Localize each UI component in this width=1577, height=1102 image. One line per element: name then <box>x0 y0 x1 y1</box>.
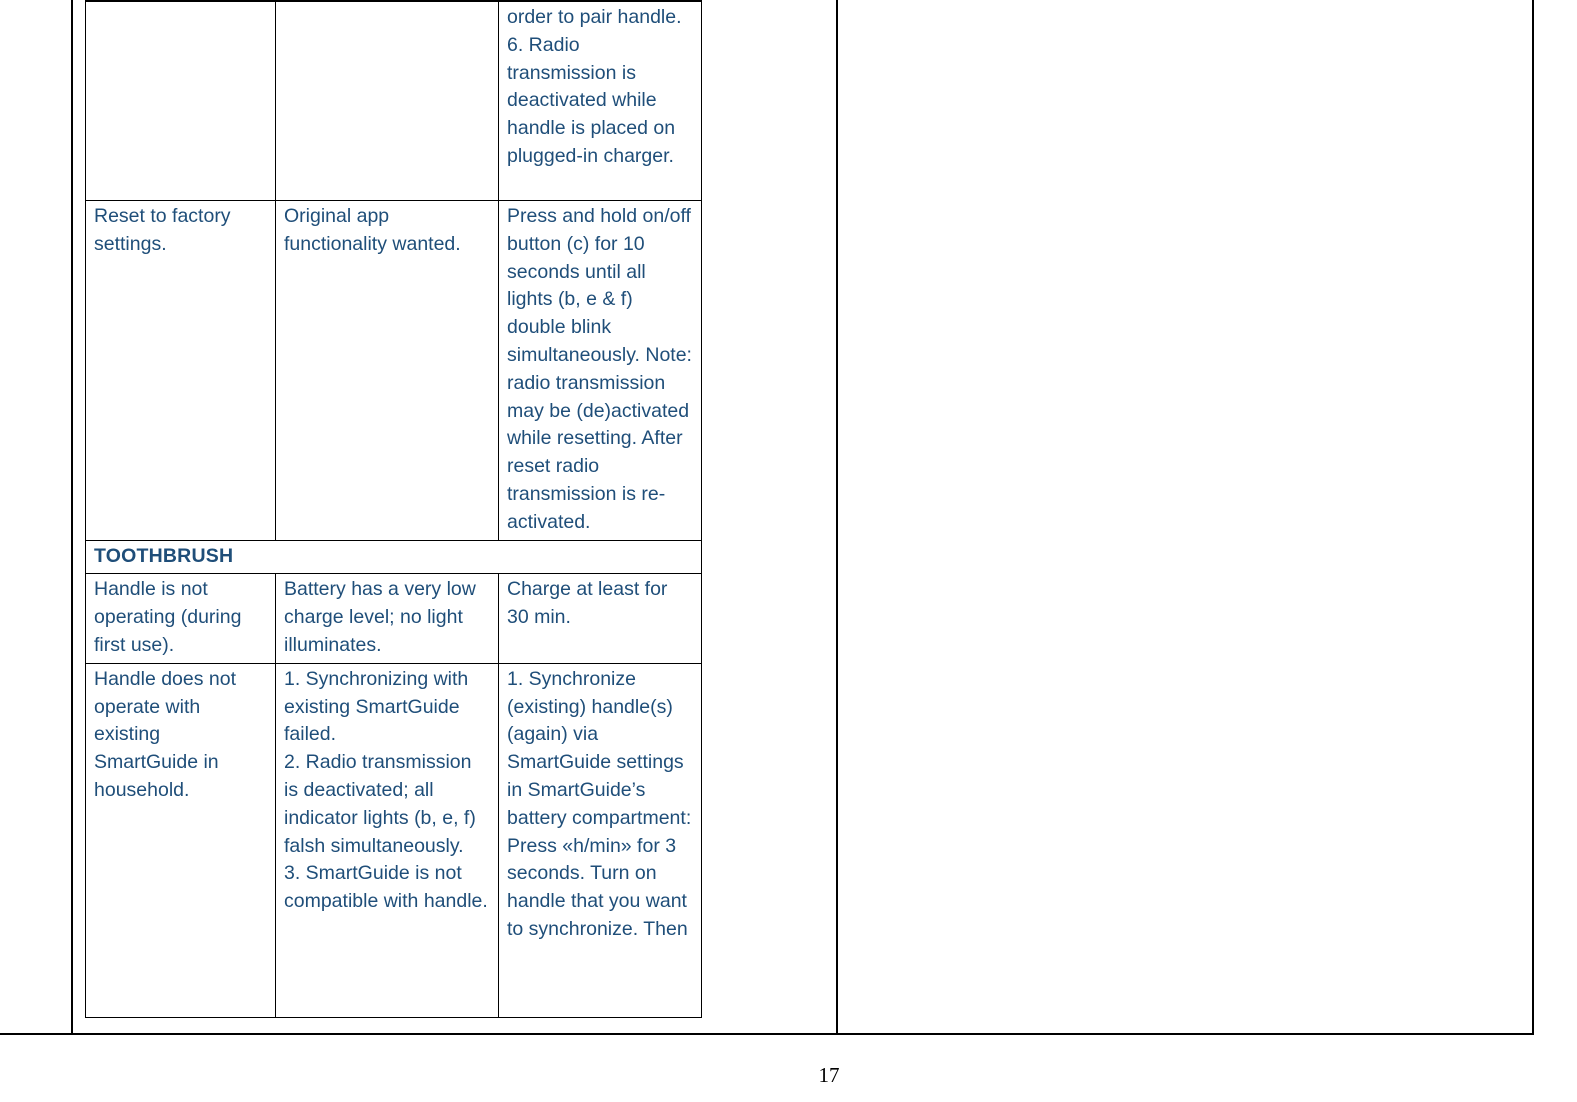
table-cell-remedy: order to pair handle. 6. Radio transmiss… <box>498 0 702 201</box>
troubleshooting-table: order to pair handle. 6. Radio transmiss… <box>85 0 702 1018</box>
page-number: 17 <box>818 1063 840 1087</box>
cell-text: TOOTHBRUSH <box>94 544 234 567</box>
cell-text: Press and hold on/off button (c) for 10 … <box>507 205 692 533</box>
table-cell-cause: 1. Synchronizing with existing SmartGuid… <box>275 662 499 1018</box>
table-cell-problem: Handle does not operate with existing Sm… <box>85 662 276 1018</box>
table-cell-problem <box>85 0 276 201</box>
section-heading-toothbrush: TOOTHBRUSH <box>85 539 702 575</box>
table-cell-cause: Battery has a very low charge level; no … <box>275 573 499 664</box>
table-cell-cause: Original app functionality wanted. <box>275 200 499 541</box>
cell-text: Handle is not operating (during first us… <box>94 578 242 656</box>
table-row: Handle does not operate with existing Sm… <box>85 662 702 1018</box>
outer-column-divider <box>836 0 838 1035</box>
table-cell-remedy: Press and hold on/off button (c) for 10 … <box>498 200 702 541</box>
cell-text: Charge at least for 30 min. <box>507 578 668 629</box>
cell-text: Handle does not operate with existing Sm… <box>94 667 237 801</box>
table-row: Handle is not operating (during first us… <box>85 573 702 664</box>
table-section-heading-row: TOOTHBRUSH <box>85 539 702 575</box>
table-cell-problem: Handle is not operating (during first us… <box>85 573 276 664</box>
table-cell-remedy: 1. Synchronize (existing) handle(s) (aga… <box>498 662 702 1018</box>
table-cell-cause <box>275 0 499 201</box>
cell-text: order to pair handle. 6. Radio transmiss… <box>507 6 682 167</box>
table-row: order to pair handle. 6. Radio transmiss… <box>85 0 702 201</box>
cell-text: Reset to factory settings. <box>94 205 231 255</box>
table-cell-remedy: Charge at least for 30 min. <box>498 573 702 664</box>
inner-table-clip: order to pair handle. 6. Radio transmiss… <box>0 0 760 1036</box>
cell-text: 1. Synchronizing with existing SmartGuid… <box>284 667 488 913</box>
cell-text: 1. Synchronize (existing) handle(s) (aga… <box>507 667 692 940</box>
table-cell-problem: Reset to factory settings. <box>85 200 276 541</box>
cell-text: Battery has a very low charge level; no … <box>284 578 476 656</box>
document-page: order to pair handle. 6. Radio transmiss… <box>0 0 1577 1102</box>
cell-text: Original app functionality wanted. <box>284 205 461 255</box>
table-row: Reset to factory settings. Original app … <box>85 200 702 541</box>
